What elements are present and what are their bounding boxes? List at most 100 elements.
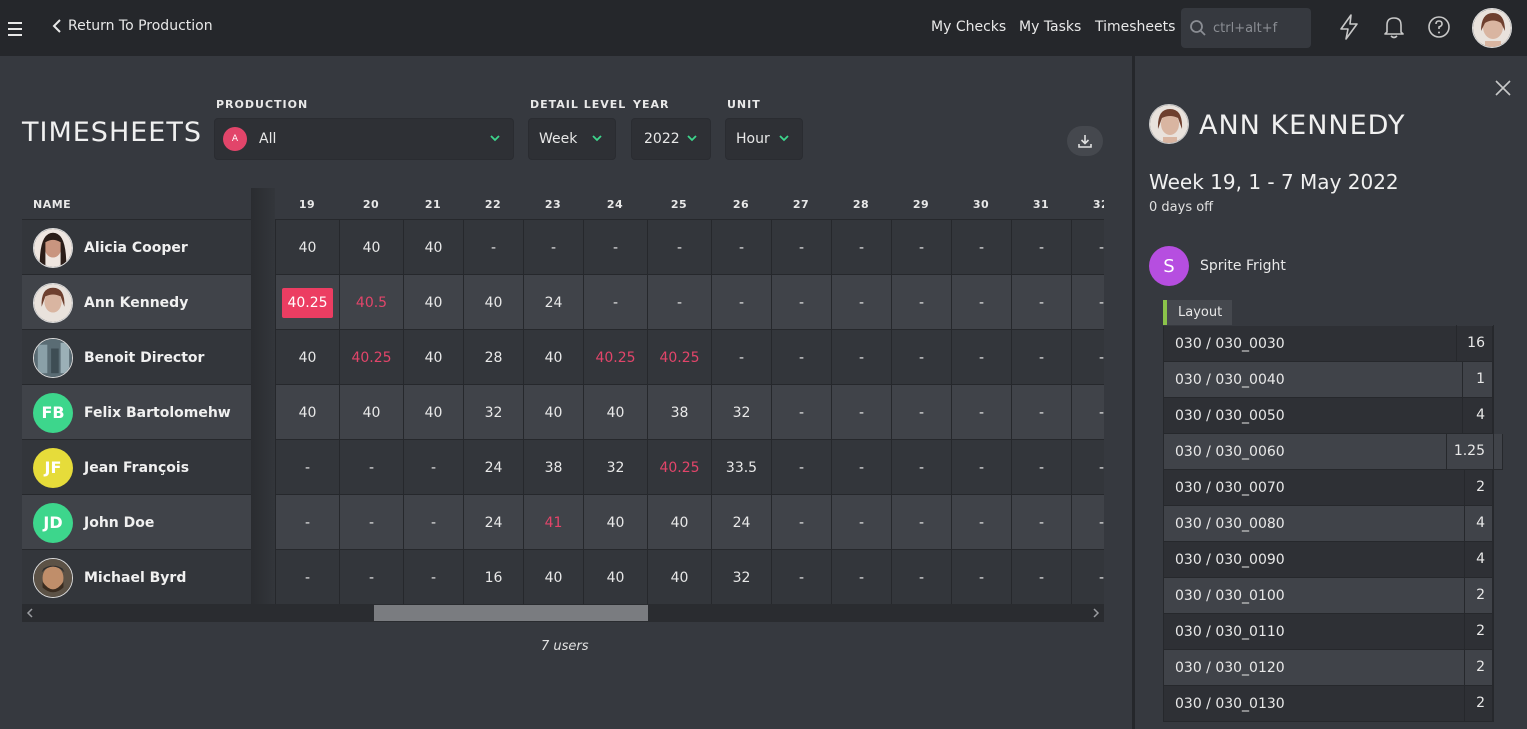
hours-cell[interactable]: -	[831, 550, 891, 604]
detail-level-select[interactable]: Week	[528, 118, 616, 160]
hours-cell[interactable]: 40.25	[647, 440, 711, 495]
search-input[interactable]: ctrl+alt+f	[1181, 8, 1311, 48]
hours-cell[interactable]: -	[647, 275, 711, 330]
hours-cell[interactable]: -	[1071, 495, 1104, 550]
shot-row[interactable]: 030 / 030_0100 2	[1163, 577, 1494, 614]
hours-cell[interactable]: -	[1071, 220, 1104, 275]
hours-cell[interactable]: 40	[583, 495, 647, 550]
nav-my-checks[interactable]: My Checks	[931, 19, 1006, 35]
shot-row[interactable]: 030 / 030_0110 2	[1163, 613, 1494, 650]
hours-cell[interactable]: 40	[403, 330, 463, 385]
hours-cell[interactable]: -	[831, 385, 891, 440]
table-row[interactable]: FB Felix Bartolomehw 40 40 40 32 40 40 38 32- - - - -…	[22, 384, 1104, 440]
hours-cell[interactable]: -	[339, 550, 403, 604]
table-row[interactable]: JD John Doe - - -24 41 40 40 24- - - - - -	[22, 494, 1104, 550]
hours-cell[interactable]: -	[891, 440, 951, 495]
hours-cell[interactable]: -	[951, 275, 1011, 330]
hours-cell[interactable]: 40	[523, 550, 583, 604]
year-select[interactable]: 2022	[631, 118, 711, 160]
hours-cell[interactable]: -	[1011, 385, 1071, 440]
hours-cell[interactable]: -	[771, 220, 831, 275]
lightning-icon[interactable]	[1338, 14, 1360, 40]
hours-cell[interactable]: -	[523, 220, 583, 275]
hours-cell[interactable]: -	[647, 220, 711, 275]
hours-cell[interactable]: -	[1011, 495, 1071, 550]
return-to-production-link[interactable]: Return To Production	[52, 18, 213, 34]
shot-row[interactable]: 030 / 030_0090 4	[1163, 541, 1494, 578]
name-cell[interactable]: FB Felix Bartolomehw	[22, 385, 251, 440]
hours-cell[interactable]: -	[1071, 550, 1104, 604]
hours-cell[interactable]: -	[771, 330, 831, 385]
table-row[interactable]: Alicia Cooper 40 40 40- - - - - - - - - - -	[22, 219, 1104, 275]
hours-cell[interactable]: -	[891, 385, 951, 440]
hours-cell[interactable]: -	[891, 220, 951, 275]
hours-cell[interactable]: 40	[583, 385, 647, 440]
help-icon[interactable]	[1427, 14, 1451, 40]
hours-cell[interactable]: 40.25	[275, 275, 339, 330]
hours-cell[interactable]: 40	[339, 220, 403, 275]
scroll-right-icon[interactable]	[1092, 608, 1100, 618]
hours-cell[interactable]: -	[771, 495, 831, 550]
hours-cell[interactable]: 40	[523, 330, 583, 385]
hours-cell[interactable]: 38	[523, 440, 583, 495]
hours-cell[interactable]: 24	[711, 495, 771, 550]
hours-cell[interactable]: 40	[403, 275, 463, 330]
shot-row[interactable]: 030 / 030_0130 2	[1163, 685, 1494, 722]
name-cell[interactable]: Alicia Cooper	[22, 220, 251, 275]
hours-cell[interactable]: -	[771, 275, 831, 330]
hours-cell[interactable]: 40.25	[647, 330, 711, 385]
bell-icon[interactable]	[1383, 14, 1405, 40]
hours-cell[interactable]: -	[1011, 220, 1071, 275]
shot-row[interactable]: 030 / 030_0120 2	[1163, 649, 1494, 686]
table-row[interactable]: Ann Kennedy 40.25 40.5 40 40 24- - - - - - - - -	[22, 274, 1104, 330]
table-row[interactable]: Michael Byrd - - -16 40 40 40 32- - - - - -	[22, 549, 1104, 604]
scroll-left-icon[interactable]	[26, 608, 34, 618]
hours-cell[interactable]: 24	[463, 440, 523, 495]
hours-cell[interactable]: 40	[275, 330, 339, 385]
hours-cell[interactable]: 40.25	[339, 330, 403, 385]
name-cell[interactable]: JF Jean François	[22, 440, 251, 495]
hours-cell[interactable]: 40	[275, 220, 339, 275]
hours-cell[interactable]: 24	[523, 275, 583, 330]
close-icon[interactable]	[1495, 80, 1511, 96]
hours-cell[interactable]: 32	[711, 385, 771, 440]
hours-cell[interactable]: -	[1071, 275, 1104, 330]
nav-timesheets[interactable]: Timesheets	[1095, 19, 1175, 35]
hours-cell[interactable]: 40.25	[583, 330, 647, 385]
hours-cell[interactable]: -	[583, 275, 647, 330]
table-row[interactable]: JF Jean François - - -24 38 32 40.25 33.5- - - - - -	[22, 439, 1104, 495]
hours-cell[interactable]: 33.5	[711, 440, 771, 495]
hours-cell[interactable]: 40	[463, 275, 523, 330]
hours-cell[interactable]: -	[1071, 385, 1104, 440]
hours-cell[interactable]: -	[771, 440, 831, 495]
nav-my-tasks[interactable]: My Tasks	[1019, 19, 1081, 35]
hours-cell[interactable]: -	[831, 220, 891, 275]
hours-cell[interactable]: 40	[403, 220, 463, 275]
hours-cell[interactable]: -	[891, 495, 951, 550]
hours-cell[interactable]: -	[951, 220, 1011, 275]
hours-cell[interactable]: 40	[275, 385, 339, 440]
shot-row[interactable]: 030 / 030_0060 1.25	[1163, 433, 1503, 470]
shot-row[interactable]: 030 / 030_0080 4	[1163, 505, 1494, 542]
hours-cell[interactable]: 16	[463, 550, 523, 604]
shot-row[interactable]: 030 / 030_0070 2	[1163, 469, 1494, 506]
hours-cell[interactable]: 24	[463, 495, 523, 550]
shot-row[interactable]: 030 / 030_0040 1	[1163, 361, 1494, 398]
hours-cell[interactable]: -	[583, 220, 647, 275]
shot-row[interactable]: 030 / 030_0030 16	[1163, 325, 1494, 362]
hours-cell[interactable]: 41	[523, 495, 583, 550]
production-select[interactable]: A All	[214, 118, 514, 160]
hours-cell[interactable]: -	[1071, 440, 1104, 495]
hours-cell[interactable]: -	[951, 440, 1011, 495]
hours-cell[interactable]: -	[831, 330, 891, 385]
hours-cell[interactable]: -	[463, 220, 523, 275]
hours-cell[interactable]: -	[771, 550, 831, 604]
hours-cell[interactable]: -	[951, 550, 1011, 604]
hours-cell[interactable]: -	[711, 330, 771, 385]
name-cell[interactable]: Benoit Director	[22, 330, 251, 385]
hours-cell[interactable]: -	[891, 330, 951, 385]
hours-cell[interactable]: 40	[647, 550, 711, 604]
horizontal-scrollbar[interactable]	[22, 604, 1104, 622]
hours-cell[interactable]: -	[951, 330, 1011, 385]
hours-cell[interactable]: 40.5	[339, 275, 403, 330]
